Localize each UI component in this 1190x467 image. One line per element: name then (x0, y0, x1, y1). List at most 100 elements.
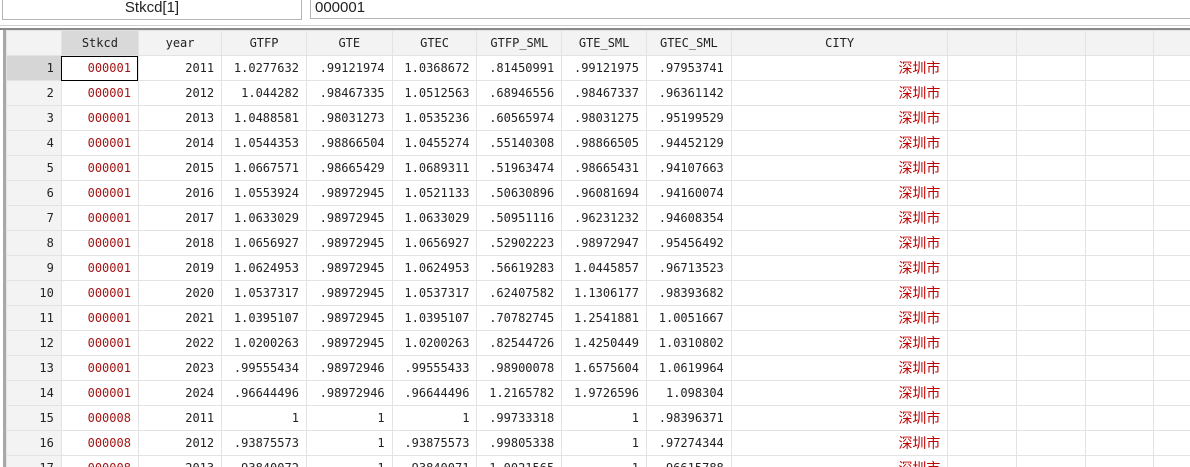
empty-cell[interactable] (1084, 455, 1155, 467)
empty-cell[interactable] (1084, 405, 1155, 431)
cell-year[interactable]: 2019 (137, 255, 223, 281)
empty-cell[interactable] (1084, 105, 1155, 131)
cell-gtec[interactable]: 1.0689311 (391, 155, 478, 181)
cell-gtec_sml[interactable]: 1.0619964 (646, 355, 732, 381)
empty-cell[interactable] (1153, 55, 1190, 81)
cell-gtfp[interactable]: 1 (221, 405, 307, 431)
cell-city[interactable]: 深圳市 (730, 430, 949, 456)
cell-city[interactable]: 深圳市 (730, 230, 949, 256)
cell-gte[interactable]: .98972945 (305, 280, 393, 306)
empty-cell[interactable] (1015, 305, 1086, 331)
cell-gtec[interactable]: 1.0512563 (391, 80, 478, 106)
empty-cell[interactable] (1084, 130, 1155, 156)
cell-gte[interactable]: .98866504 (305, 130, 393, 156)
cell-gtec_sml[interactable]: .95456492 (646, 230, 732, 256)
cell-gtfp_sml[interactable]: .99733318 (476, 405, 563, 431)
row-number[interactable]: 2 (6, 80, 62, 106)
cell-gtfp_sml[interactable]: .98900078 (476, 355, 563, 381)
empty-cell[interactable] (1015, 430, 1086, 456)
cell-year[interactable]: 2011 (137, 55, 223, 81)
empty-cell[interactable] (947, 430, 1017, 456)
empty-cell[interactable] (1084, 80, 1155, 106)
cell-gtfp[interactable]: 1.0656927 (221, 230, 307, 256)
cell-gtec_sml[interactable]: .96615788 (646, 455, 732, 467)
row-number[interactable]: 16 (6, 430, 62, 456)
cell-gtfp[interactable]: 1.0277632 (221, 55, 307, 81)
cell-gte[interactable]: .98972945 (305, 230, 393, 256)
column-header-gtfp[interactable]: GTFP (221, 30, 307, 56)
column-header-empty[interactable] (1153, 30, 1190, 56)
cell-stkcd[interactable]: 000001 (60, 380, 139, 406)
cell-gtfp[interactable]: 1.0544353 (221, 130, 307, 156)
empty-cell[interactable] (1015, 230, 1086, 256)
column-header-gtec_sml[interactable]: GTEC_SML (646, 30, 732, 56)
cell-gtfp_sml[interactable]: .51963474 (476, 155, 563, 181)
cell-gtec_sml[interactable]: .98396371 (646, 405, 732, 431)
empty-cell[interactable] (947, 355, 1017, 381)
cell-gte_sml[interactable]: .98972947 (561, 230, 647, 256)
cell-gtfp_sml[interactable]: .50951116 (476, 205, 563, 231)
cell-gtfp_sml[interactable]: 1.0021565 (476, 455, 563, 467)
empty-cell[interactable] (947, 130, 1017, 156)
cell-gte_sml[interactable]: 1.6575604 (561, 355, 647, 381)
empty-cell[interactable] (1084, 55, 1155, 81)
row-number[interactable]: 13 (6, 355, 62, 381)
cell-year[interactable]: 2012 (137, 80, 223, 106)
empty-cell[interactable] (1015, 180, 1086, 206)
cell-gte_sml[interactable]: 1.4250449 (561, 330, 647, 356)
cell-year[interactable]: 2012 (137, 430, 223, 456)
empty-cell[interactable] (1084, 230, 1155, 256)
empty-cell[interactable] (947, 105, 1017, 131)
column-header-gtec[interactable]: GTEC (391, 30, 478, 56)
cell-gtfp_sml[interactable]: .82544726 (476, 330, 563, 356)
empty-cell[interactable] (1084, 355, 1155, 381)
cell-gtec_sml[interactable]: .96361142 (646, 80, 732, 106)
cell-gte_sml[interactable]: .96231232 (561, 205, 647, 231)
cell-gtfp_sml[interactable]: .68946556 (476, 80, 563, 106)
cell-year[interactable]: 2018 (137, 230, 223, 256)
empty-cell[interactable] (1084, 180, 1155, 206)
cell-stkcd[interactable]: 000001 (60, 180, 139, 206)
row-number[interactable]: 9 (6, 255, 62, 281)
cell-gtec_sml[interactable]: .94452129 (646, 130, 732, 156)
cell-gte_sml[interactable]: .98866505 (561, 130, 647, 156)
cell-year[interactable]: 2014 (137, 130, 223, 156)
empty-cell[interactable] (1084, 380, 1155, 406)
cell-gtfp[interactable]: .99555434 (221, 355, 307, 381)
cell-gtec_sml[interactable]: .97274344 (646, 430, 732, 456)
row-number[interactable]: 7 (6, 205, 62, 231)
empty-cell[interactable] (1084, 205, 1155, 231)
empty-cell[interactable] (1153, 455, 1190, 467)
empty-cell[interactable] (1015, 455, 1086, 467)
cell-year[interactable]: 2016 (137, 180, 223, 206)
cell-stkcd[interactable]: 000001 (60, 255, 139, 281)
cell-year[interactable]: 2021 (137, 305, 223, 331)
empty-cell[interactable] (1015, 130, 1086, 156)
cell-city[interactable]: 深圳市 (730, 280, 949, 306)
empty-cell[interactable] (1153, 80, 1190, 106)
empty-cell[interactable] (947, 405, 1017, 431)
column-header-stkcd[interactable]: Stkcd (60, 30, 139, 56)
cell-gtfp[interactable]: 1.0553924 (221, 180, 307, 206)
cell-gtfp_sml[interactable]: .52902223 (476, 230, 563, 256)
cell-gte[interactable]: .99121974 (305, 55, 393, 81)
cell-stkcd[interactable]: 000001 (60, 230, 139, 256)
cell-stkcd[interactable]: 000001 (60, 80, 139, 106)
cell-gtec_sml[interactable]: .94608354 (646, 205, 732, 231)
cell-gtfp[interactable]: 1.0488581 (221, 105, 307, 131)
cell-city[interactable]: 深圳市 (730, 355, 949, 381)
cell-year[interactable]: 2013 (137, 455, 223, 467)
row-number[interactable]: 14 (6, 380, 62, 406)
empty-cell[interactable] (947, 280, 1017, 306)
empty-cell[interactable] (1153, 155, 1190, 181)
empty-cell[interactable] (947, 180, 1017, 206)
cell-gte[interactable]: .98972945 (305, 180, 393, 206)
cell-city[interactable]: 深圳市 (730, 180, 949, 206)
cell-city[interactable]: 深圳市 (730, 405, 949, 431)
cell-gtfp[interactable]: .93875573 (221, 430, 307, 456)
cell-year[interactable]: 2023 (137, 355, 223, 381)
cell-city[interactable]: 深圳市 (730, 130, 949, 156)
cell-stkcd[interactable]: 000008 (60, 430, 139, 456)
cell-stkcd[interactable]: 000001 (60, 105, 139, 131)
cell-gtec[interactable]: 1.0656927 (391, 230, 478, 256)
